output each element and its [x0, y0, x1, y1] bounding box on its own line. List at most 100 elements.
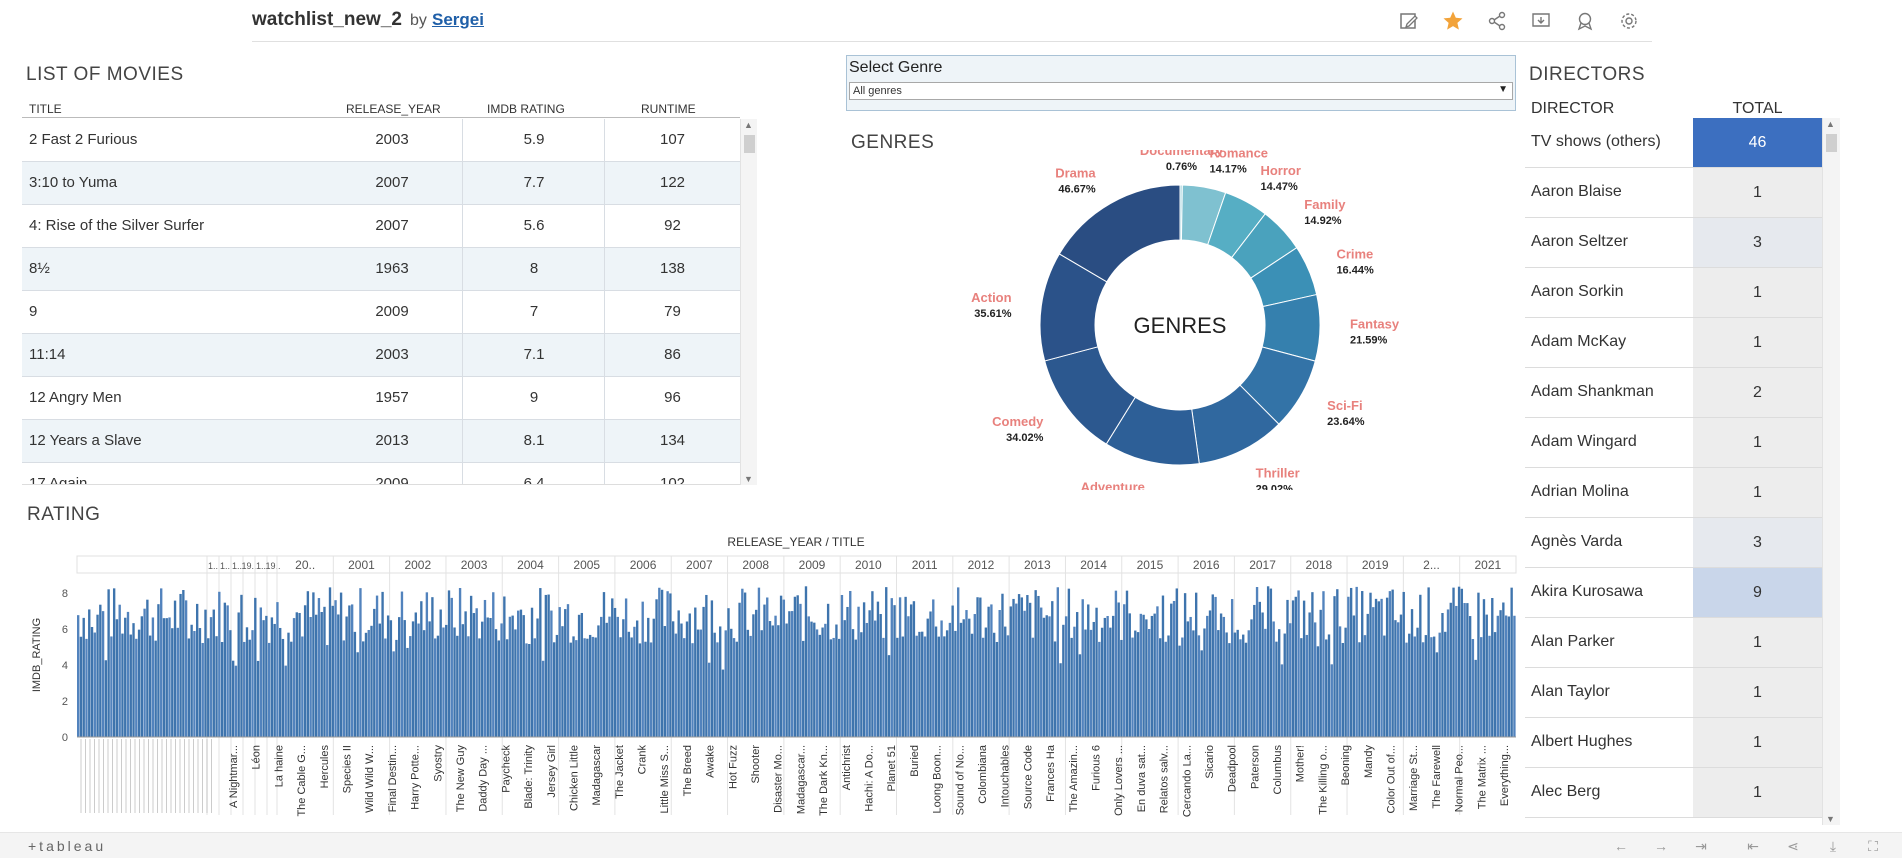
- rating-bar[interactable]: [378, 623, 382, 737]
- rating-bar[interactable]: [345, 616, 348, 737]
- rating-bar[interactable]: [1408, 633, 1411, 737]
- column-header-title[interactable]: TITLE: [29, 102, 62, 116]
- table-row[interactable]: 17 Again 2009 6.4 102: [22, 463, 740, 484]
- rating-bar[interactable]: [558, 607, 561, 737]
- rating-bar[interactable]: [400, 591, 404, 737]
- rating-bar[interactable]: [193, 631, 196, 737]
- fullscreen-icon[interactable]: ⛶: [1864, 838, 1882, 854]
- rating-bar[interactable]: [544, 594, 548, 737]
- rating-bar[interactable]: [1012, 598, 1015, 737]
- rating-bar[interactable]: [494, 629, 498, 737]
- rating-bar[interactable]: [655, 599, 658, 737]
- rating-bar[interactable]: [1419, 594, 1422, 737]
- rating-bar[interactable]: [1278, 629, 1281, 737]
- rating-bar[interactable]: [458, 588, 462, 737]
- rating-bar[interactable]: [948, 622, 952, 737]
- rating-bar[interactable]: [738, 602, 741, 737]
- rating-bar[interactable]: [810, 621, 813, 737]
- rating-bar[interactable]: [1471, 639, 1475, 737]
- rating-bar[interactable]: [237, 612, 240, 737]
- rating-bar[interactable]: [815, 629, 819, 737]
- rating-bar[interactable]: [464, 611, 467, 737]
- rating-bar[interactable]: [1399, 614, 1403, 737]
- rating-bar[interactable]: [688, 613, 691, 737]
- rating-bar[interactable]: [445, 624, 448, 737]
- rating-bar[interactable]: [1181, 637, 1184, 737]
- rating-bar[interactable]: [1300, 638, 1303, 737]
- rating-bar[interactable]: [425, 592, 429, 737]
- rating-bar[interactable]: [713, 632, 716, 737]
- rating-bar[interactable]: [525, 643, 528, 737]
- rating-bar[interactable]: [1308, 612, 1311, 737]
- rating-bar[interactable]: [702, 606, 705, 737]
- rating-bar[interactable]: [796, 595, 799, 737]
- rating-bar[interactable]: [1194, 592, 1198, 737]
- table-row[interactable]: 12 Years a Slave 2013 8.1 134: [22, 420, 740, 463]
- rating-bar[interactable]: [306, 591, 310, 737]
- rating-bar[interactable]: [1482, 599, 1486, 737]
- rating-bar[interactable]: [168, 617, 171, 737]
- rating-bar[interactable]: [926, 618, 929, 737]
- rating-bar[interactable]: [1200, 650, 1203, 737]
- rating-bar[interactable]: [569, 642, 572, 737]
- rating-bar[interactable]: [475, 608, 478, 737]
- rating-bar[interactable]: [627, 631, 631, 737]
- rating-bar[interactable]: [1004, 626, 1007, 737]
- rating-bar[interactable]: [1488, 635, 1491, 737]
- rating-bar[interactable]: [1117, 602, 1120, 737]
- rating-bar[interactable]: [1089, 629, 1093, 737]
- rating-bar[interactable]: [356, 652, 359, 737]
- rating-bar[interactable]: [1468, 616, 1472, 737]
- rating-bar[interactable]: [691, 643, 694, 737]
- director-row[interactable]: Agnès Varda 3: [1525, 518, 1822, 568]
- rating-bar[interactable]: [1125, 590, 1129, 737]
- rating-bar[interactable]: [680, 623, 683, 737]
- rating-bar[interactable]: [1028, 602, 1032, 737]
- rating-bar[interactable]: [1197, 635, 1201, 737]
- table-row[interactable]: 4: Rise of the Silver Surfer 2007 5.6 92: [22, 205, 740, 248]
- rating-bar[interactable]: [1272, 621, 1275, 737]
- rating-bar[interactable]: [832, 637, 835, 737]
- rating-bar[interactable]: [439, 609, 442, 737]
- rating-bar[interactable]: [1040, 607, 1043, 737]
- rating-bar[interactable]: [588, 634, 592, 737]
- rating-bar[interactable]: [367, 629, 370, 737]
- genre-select[interactable]: All genres ▼: [849, 82, 1513, 100]
- rating-bar[interactable]: [171, 628, 174, 737]
- rating-bar[interactable]: [630, 637, 633, 737]
- share-icon[interactable]: ⋖: [1784, 838, 1802, 854]
- rating-bar[interactable]: [96, 614, 99, 737]
- rating-bar[interactable]: [1438, 632, 1441, 737]
- rating-bar[interactable]: [1361, 591, 1364, 737]
- rating-bar[interactable]: [303, 605, 307, 737]
- rating-bar[interactable]: [1136, 632, 1140, 737]
- rating-bar[interactable]: [1147, 629, 1151, 737]
- rating-bar[interactable]: [807, 616, 810, 737]
- rating-bar[interactable]: [503, 596, 506, 737]
- rating-bar[interactable]: [218, 591, 221, 737]
- rating-bar[interactable]: [90, 627, 94, 737]
- rating-bar[interactable]: [184, 600, 188, 737]
- rating-bar[interactable]: [641, 601, 644, 737]
- rating-bar[interactable]: [1421, 642, 1425, 737]
- column-header-runtime[interactable]: RUNTIME: [641, 102, 696, 116]
- rating-bar[interactable]: [1358, 642, 1361, 737]
- rating-bar[interactable]: [1239, 639, 1242, 737]
- rating-bar[interactable]: [450, 597, 453, 737]
- rating-bar[interactable]: [447, 590, 451, 737]
- rating-bar[interactable]: [1244, 642, 1248, 737]
- rating-bar[interactable]: [901, 636, 905, 737]
- rating-bar[interactable]: [528, 643, 531, 737]
- rating-bar[interactable]: [879, 614, 882, 737]
- rating-bar[interactable]: [1333, 596, 1336, 737]
- rating-bar[interactable]: [1203, 628, 1206, 737]
- rating-bar[interactable]: [497, 640, 500, 737]
- rating-bar[interactable]: [1255, 587, 1259, 737]
- rating-bar[interactable]: [1430, 637, 1433, 737]
- rating-bar[interactable]: [785, 623, 788, 737]
- rating-bar[interactable]: [1067, 588, 1071, 737]
- rating-bar[interactable]: [1042, 617, 1046, 737]
- rating-bar[interactable]: [1388, 591, 1392, 737]
- rating-bar[interactable]: [124, 617, 127, 737]
- rating-bar[interactable]: [414, 612, 417, 737]
